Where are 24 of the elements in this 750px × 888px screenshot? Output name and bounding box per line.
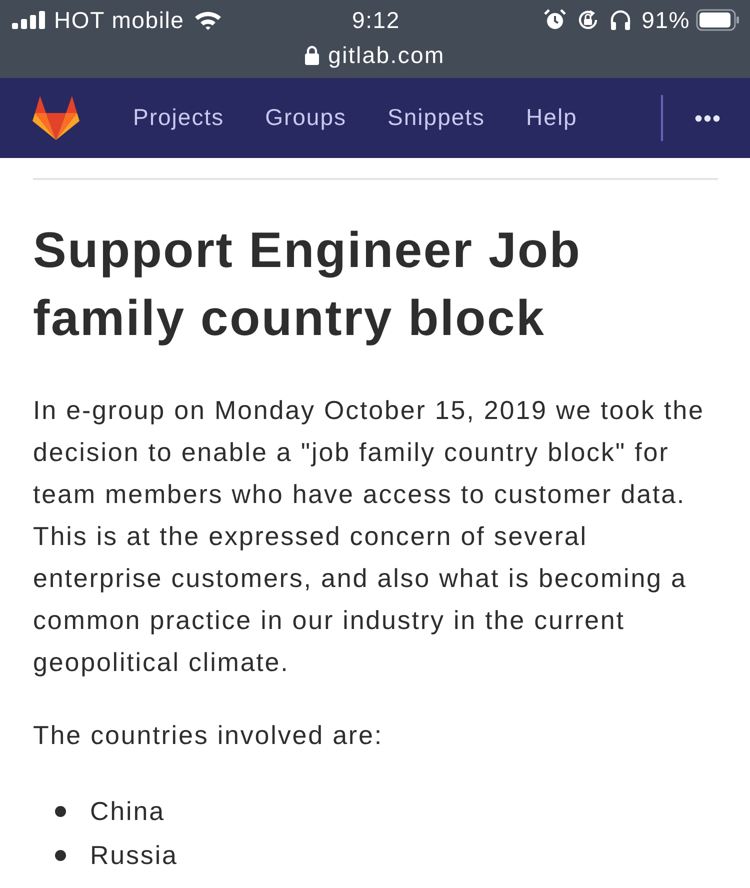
list-item-text: Russia	[90, 838, 178, 872]
more-icon[interactable]	[695, 114, 720, 122]
carrier-name: HOT mobile	[54, 6, 184, 35]
battery-icon	[696, 9, 740, 31]
signal-icon	[12, 11, 46, 29]
headphones-icon	[610, 10, 631, 30]
nav-link[interactable]: Groups	[265, 104, 347, 132]
list-item-text: China	[90, 794, 165, 828]
lock-icon	[305, 45, 320, 65]
alarm-icon	[544, 9, 566, 31]
nav-link[interactable]: Help	[526, 104, 578, 132]
paragraph: In e-group on Monday October 15, 2019 we took the decision to enable a "job family country block" for team members who have access to customer data. This is at the expressed concern of several enterprise customers, and also what is becoming a common practice in our industry in the current geopolitical climate.	[33, 394, 706, 679]
nav-link[interactable]: Projects	[133, 104, 224, 132]
battery-percentage: 91%	[642, 6, 690, 35]
clock-time: 9:12	[352, 6, 400, 35]
url-text[interactable]: gitlab.com	[328, 38, 445, 72]
page-heading: Support Engineer Job family country block	[33, 221, 582, 348]
fox-logo-icon[interactable]	[32, 95, 80, 141]
bullet-icon	[55, 850, 66, 860]
paragraph: The countries involved are:	[33, 719, 384, 752]
rotation-lock-icon	[576, 9, 599, 31]
bullet-icon	[55, 806, 66, 816]
nav-link[interactable]: Snippets	[388, 104, 486, 132]
wifi-icon	[194, 10, 222, 30]
